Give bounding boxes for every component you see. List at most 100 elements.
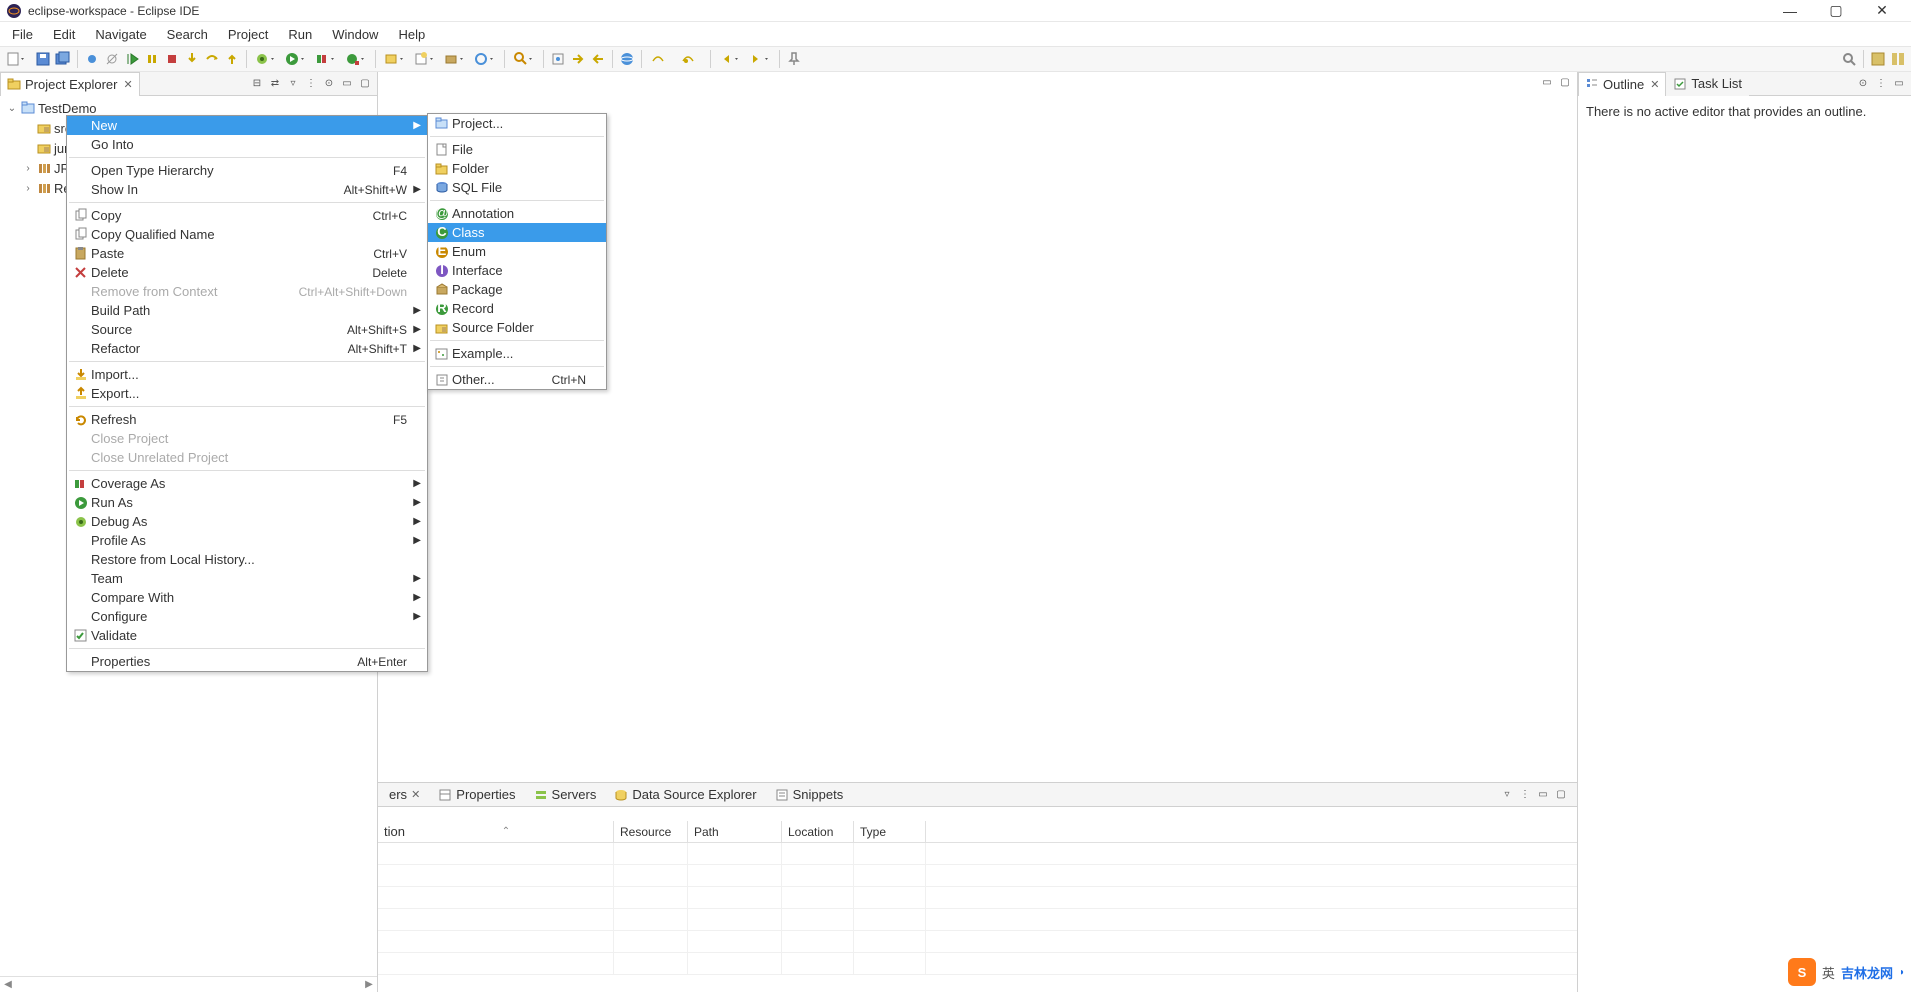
coverage-dropdown-button[interactable]	[312, 50, 340, 68]
menu-item-configure[interactable]: Configure▶	[67, 607, 427, 626]
menu-run[interactable]: Run	[278, 24, 322, 45]
focus-button[interactable]: ⊙	[1855, 76, 1871, 92]
col-location[interactable]: Location	[782, 821, 854, 842]
view-menu-button[interactable]: ⋮	[1873, 76, 1889, 92]
maximize-button[interactable]: ▢	[1813, 2, 1859, 19]
minimize-button[interactable]: —	[1767, 3, 1813, 19]
toggle-breakpoint-button[interactable]	[83, 50, 101, 68]
col-path[interactable]: Path	[688, 821, 782, 842]
menu-item-refresh[interactable]: RefreshF5	[67, 410, 427, 429]
menu-item-package[interactable]: Package	[428, 280, 606, 299]
menu-item-source[interactable]: SourceAlt+Shift+S▶	[67, 320, 427, 339]
view-menu-button[interactable]: ⋮	[303, 76, 319, 92]
suspend-button[interactable]	[143, 50, 161, 68]
minimize-view-button[interactable]: ▭	[1535, 787, 1551, 803]
link-editor-button[interactable]: ⇄	[267, 76, 283, 92]
next-annotation-button[interactable]	[569, 50, 587, 68]
view-menu-button[interactable]: ⋮	[1517, 787, 1533, 803]
menu-search[interactable]: Search	[157, 24, 218, 45]
maximize-editor-button[interactable]: ▢	[1557, 74, 1573, 90]
collapse-all-button[interactable]: ⊟	[249, 76, 265, 92]
tasklist-tab[interactable]: Task List	[1666, 72, 1749, 96]
focus-button[interactable]: ⊙	[321, 76, 337, 92]
last-edit-button[interactable]	[677, 50, 705, 68]
debug-dropdown-button[interactable]	[252, 50, 280, 68]
tab-snippets[interactable]: Snippets	[768, 783, 851, 806]
close-icon[interactable]: ✕	[123, 78, 132, 91]
menu-window[interactable]: Window	[322, 24, 388, 45]
menu-item-properties[interactable]: PropertiesAlt+Enter	[67, 652, 427, 671]
menu-item-enum[interactable]: EEnum	[428, 242, 606, 261]
menu-item-build-path[interactable]: Build Path▶	[67, 301, 427, 320]
search-dropdown-button[interactable]	[510, 50, 538, 68]
menu-item-compare-with[interactable]: Compare With▶	[67, 588, 427, 607]
menu-file[interactable]: File	[2, 24, 43, 45]
menu-item-open-type-hierarchy[interactable]: Open Type HierarchyF4	[67, 161, 427, 180]
tab-servers[interactable]: Servers	[527, 783, 604, 806]
chevron-down-icon[interactable]: ⌄	[6, 103, 18, 114]
menu-item-restore-from-local-history[interactable]: Restore from Local History...	[67, 550, 427, 569]
menu-item-project[interactable]: Project...	[428, 114, 606, 133]
menu-item-show-in[interactable]: Show InAlt+Shift+W▶	[67, 180, 427, 199]
minimize-view-button[interactable]: ▭	[339, 76, 355, 92]
menu-item-sql-file[interactable]: SQL File	[428, 178, 606, 197]
tab-markers[interactable]: ers ✕	[382, 783, 427, 806]
step-into-button[interactable]	[183, 50, 201, 68]
menu-navigate[interactable]: Navigate	[85, 24, 156, 45]
new-submenu[interactable]: Project...FileFolderSQL File@AnnotationC…	[427, 113, 607, 390]
menu-item-refactor[interactable]: RefactorAlt+Shift+T▶	[67, 339, 427, 358]
context-menu[interactable]: New▶Go Into Open Type HierarchyF4Show InA…	[66, 115, 428, 672]
filter-button[interactable]: ▿	[285, 76, 301, 92]
menu-item-new[interactable]: New▶	[67, 116, 427, 135]
new-package-button[interactable]	[441, 50, 469, 68]
toggle-mark-button[interactable]	[549, 50, 567, 68]
menu-item-import[interactable]: Import...	[67, 365, 427, 384]
minimize-view-button[interactable]: ▭	[1891, 76, 1907, 92]
perspective-switch-button[interactable]	[1889, 50, 1907, 68]
menu-item-file[interactable]: File	[428, 140, 606, 159]
menu-project[interactable]: Project	[218, 24, 278, 45]
chevron-right-icon[interactable]: ›	[22, 183, 34, 194]
maximize-view-button[interactable]: ▢	[357, 76, 373, 92]
step-return-button[interactable]	[223, 50, 241, 68]
menu-item-coverage-as[interactable]: Coverage As▶	[67, 474, 427, 493]
save-all-button[interactable]	[54, 50, 72, 68]
menu-item-go-into[interactable]: Go Into	[67, 135, 427, 154]
horizontal-scrollbar[interactable]: ◀ ▶	[0, 976, 377, 992]
menu-item-profile-as[interactable]: Profile As▶	[67, 531, 427, 550]
next-edit-button[interactable]	[647, 50, 675, 68]
menu-item-export[interactable]: Export...	[67, 384, 427, 403]
open-type-button[interactable]	[471, 50, 499, 68]
menu-item-copy[interactable]: CopyCtrl+C	[67, 206, 427, 225]
maximize-view-button[interactable]: ▢	[1553, 787, 1569, 803]
menu-item-debug-as[interactable]: Debug As▶	[67, 512, 427, 531]
prev-annotation-button[interactable]	[589, 50, 607, 68]
run-dropdown-button[interactable]	[282, 50, 310, 68]
external-tools-button[interactable]	[342, 50, 370, 68]
step-over-button[interactable]	[203, 50, 221, 68]
close-icon[interactable]: ✕	[1650, 78, 1659, 91]
menu-item-annotation[interactable]: @Annotation	[428, 204, 606, 223]
menu-item-example[interactable]: Example...	[428, 344, 606, 363]
menu-item-delete[interactable]: DeleteDelete	[67, 263, 427, 282]
menu-item-copy-qualified-name[interactable]: Copy Qualified Name	[67, 225, 427, 244]
project-explorer-tab[interactable]: Project Explorer ✕	[0, 72, 140, 96]
perspective-javaee-button[interactable]	[1869, 50, 1887, 68]
quick-access-button[interactable]	[1840, 50, 1858, 68]
back-button[interactable]	[716, 50, 744, 68]
menu-item-run-as[interactable]: Run As▶	[67, 493, 427, 512]
outline-tab[interactable]: Outline ✕	[1578, 72, 1666, 96]
pin-editor-button[interactable]	[785, 50, 803, 68]
tab-datasource[interactable]: Data Source Explorer	[607, 783, 763, 806]
tab-properties[interactable]: Properties	[431, 783, 522, 806]
chevron-right-icon[interactable]: ›	[22, 163, 34, 174]
forward-button[interactable]	[746, 50, 774, 68]
menu-item-paste[interactable]: PasteCtrl+V	[67, 244, 427, 263]
skip-breakpoints-button[interactable]	[103, 50, 121, 68]
save-button[interactable]	[34, 50, 52, 68]
new-dropdown-button[interactable]	[4, 50, 32, 68]
menu-edit[interactable]: Edit	[43, 24, 85, 45]
menu-item-validate[interactable]: Validate	[67, 626, 427, 645]
menu-item-folder[interactable]: Folder	[428, 159, 606, 178]
menu-item-interface[interactable]: IInterface	[428, 261, 606, 280]
